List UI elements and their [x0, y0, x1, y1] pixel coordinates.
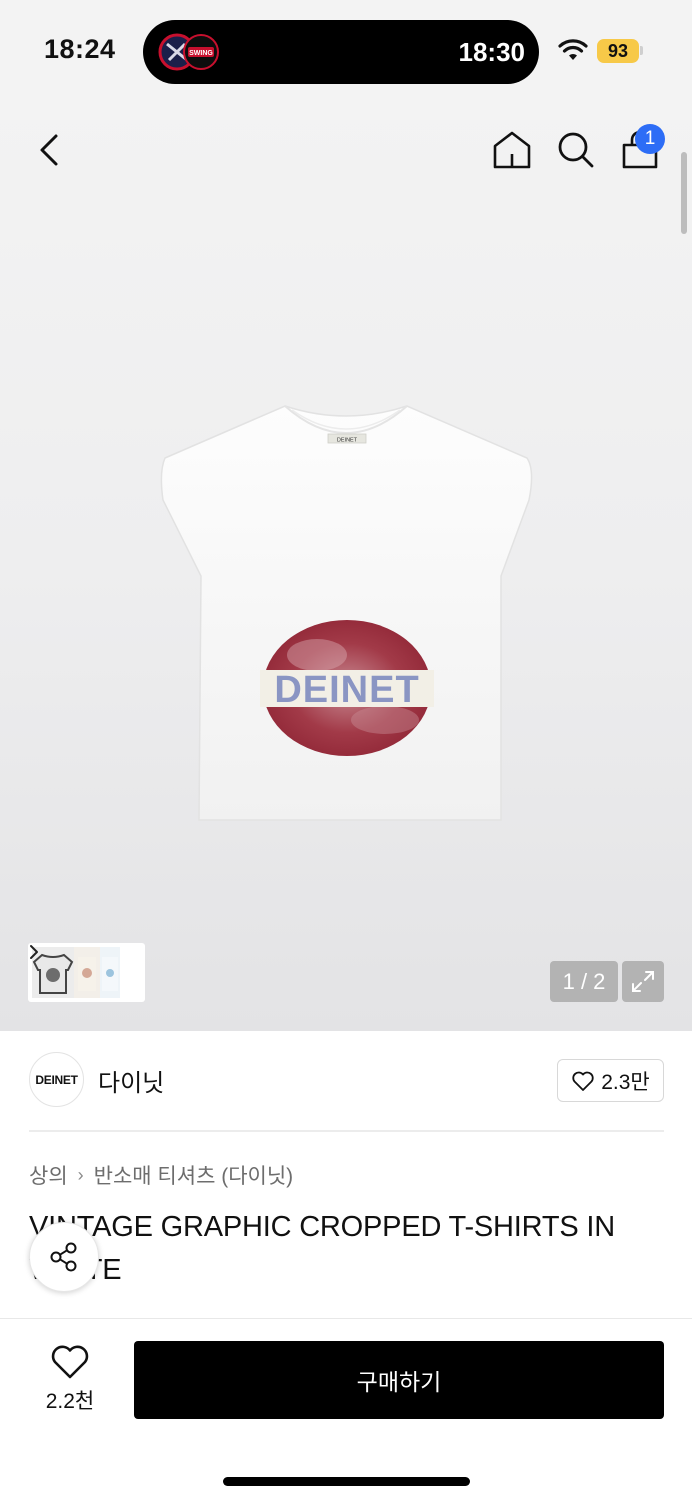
island-badge-text: SWING — [189, 50, 213, 57]
product-title: VINTAGE GRAPHIC CROPPED T-SHIRTS IN WHIT… — [29, 1211, 615, 1286]
live-activity-logos-icon: SWING — [158, 33, 219, 71]
dynamic-island[interactable]: SWING 18:30 — [143, 20, 539, 84]
expand-icon — [632, 971, 654, 992]
product-image-gallery[interactable]: 1 DEINET DEINET 1 / 2 — [0, 100, 692, 1031]
shirt-print-text: DEINET — [274, 669, 419, 711]
share-icon — [50, 1242, 77, 1272]
image-page-counter: 1 / 2 — [550, 961, 618, 1002]
wifi-icon — [558, 39, 588, 60]
wishlist-heart-icon[interactable] — [50, 1344, 90, 1380]
brand-logo[interactable]: DEINET — [29, 1052, 84, 1107]
battery-nub — [640, 46, 643, 55]
status-bar: 18:24 SWING 18:30 93 — [0, 0, 692, 100]
wishlist-count: 2.2천 — [45, 1390, 95, 1413]
home-icon[interactable] — [492, 128, 532, 172]
divider — [29, 1130, 664, 1132]
scrollbar[interactable] — [681, 152, 687, 234]
brand-name[interactable]: 다이닛 — [98, 1063, 164, 1098]
search-icon[interactable] — [555, 128, 595, 172]
battery-level: 93 — [597, 39, 639, 63]
neck-label-text: DEINET — [337, 438, 358, 444]
product-photo: DEINET DEINET — [160, 405, 533, 821]
chevron-right-icon: › — [77, 1164, 84, 1185]
breadcrumb: 상의 › 반소매 티셔츠 (다이닛) — [29, 1160, 293, 1190]
chevron-right-icon[interactable] — [28, 943, 40, 961]
status-time: 18:24 — [44, 34, 116, 64]
thumbnail-images — [32, 947, 120, 998]
home-indicator[interactable] — [223, 1477, 470, 1486]
heart-icon — [572, 1071, 594, 1091]
island-time: 18:30 — [458, 37, 526, 67]
cart-count-badge: 1 — [635, 124, 665, 154]
back-icon[interactable] — [32, 128, 68, 172]
buy-button[interactable]: 구매하기 — [134, 1341, 664, 1419]
share-button[interactable] — [29, 1222, 99, 1292]
breadcrumb-category[interactable]: 상의 — [29, 1160, 68, 1190]
brand-like-button[interactable]: 2.3만 — [557, 1059, 664, 1102]
brand-like-count: 2.3만 — [601, 1070, 650, 1094]
thumbnail-strip[interactable] — [28, 943, 145, 1002]
breadcrumb-subcategory[interactable]: 반소매 티셔츠 (다이닛) — [94, 1160, 294, 1190]
expand-button[interactable] — [622, 961, 664, 1002]
